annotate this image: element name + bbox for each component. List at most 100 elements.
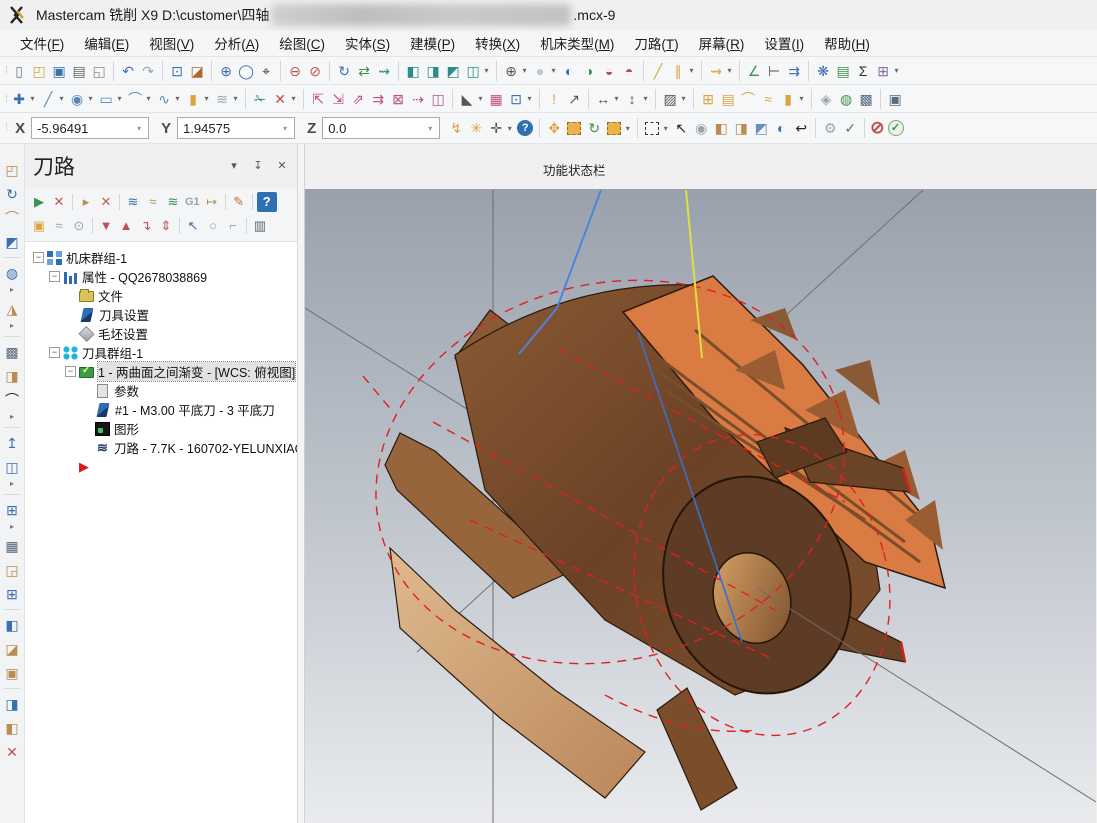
dropdown-arrow-icon[interactable]: ▾	[797, 94, 806, 103]
help-icon[interactable]: ?	[515, 117, 535, 139]
pan-view-icon[interactable]: ⇝	[374, 60, 394, 82]
interrupt-icon[interactable]: ⊘	[869, 117, 885, 139]
pick-face-icon[interactable]: ◧	[711, 117, 731, 139]
zoom-window-icon[interactable]: ◯	[236, 60, 256, 82]
menu-a[interactable]: 分析(A)	[204, 29, 269, 57]
addin-run-icon[interactable]: ❋	[813, 60, 833, 82]
frame-bound-icon[interactable]: ⊞	[1, 498, 23, 522]
spline-create-icon[interactable]: ∿▾	[154, 88, 183, 110]
dropdown-arrow-icon[interactable]: ▾	[679, 94, 688, 103]
cube-dashed-icon[interactable]: ▣	[1, 661, 23, 685]
dropdown-arrow-icon[interactable]: ▾	[892, 66, 901, 75]
zoom-cube-icon[interactable]: ◲	[1, 558, 23, 582]
analyze-dynamic-icon[interactable]: ⇉	[784, 60, 804, 82]
solid-extrude-icon[interactable]: ◍	[1, 261, 23, 285]
dropdown-arrow-icon[interactable]: ▾	[520, 66, 529, 75]
arrow-box-icon[interactable]: ⊡▾	[506, 88, 535, 110]
move-insert-icon[interactable]: ↴	[136, 216, 156, 236]
film-strip-icon[interactable]: ▥	[250, 216, 270, 236]
fillet-create-icon[interactable]: ⌒▾	[125, 88, 154, 110]
shade-wireframe-icon[interactable]: ◐	[559, 60, 579, 82]
menu-t[interactable]: 刀路(T)	[624, 29, 688, 57]
shade-off-icon[interactable]: ◒	[599, 60, 619, 82]
tree-row[interactable]: #1 - M3.00 平底刀 - 3 平底刀	[33, 400, 297, 419]
tree-row[interactable]: −1 - 两曲面之间渐变 - [WCS: 俯视图]	[33, 362, 297, 381]
solid-push-icon[interactable]: ↥	[1, 431, 23, 455]
dropdown-arrow-icon[interactable]: ▾	[289, 94, 298, 103]
surf-net-icon[interactable]: ⊞	[698, 88, 718, 110]
chamfer-icon[interactable]: ◣▾	[457, 88, 486, 110]
xform-offset-icon[interactable]: ⇲	[328, 88, 348, 110]
book-edit-icon[interactable]: ◨	[1, 692, 23, 716]
draft-angle-icon[interactable]: ◮	[1, 297, 23, 321]
attr-line-width-icon[interactable]: ∥▾	[668, 60, 697, 82]
dynamic-rotate-icon[interactable]: ↻	[334, 60, 354, 82]
expander-icon[interactable]: ▸	[1, 522, 23, 534]
surf-extrude-icon[interactable]: ▮▾	[778, 88, 807, 110]
circle-create-icon[interactable]: ◉▾	[67, 88, 96, 110]
dropdown-arrow-icon[interactable]: ▾	[623, 124, 632, 133]
surf-revolve-icon[interactable]: ⌒	[738, 88, 758, 110]
pattern-grid-icon[interactable]: ▦	[486, 88, 506, 110]
xform-array-icon[interactable]: ⇉	[368, 88, 388, 110]
toolpath-delete-icon[interactable]: ✕	[96, 192, 116, 212]
y-coordinate-input[interactable]	[178, 118, 278, 138]
select-window-mode-icon[interactable]: ▾	[604, 117, 633, 139]
insert-position-marker[interactable]: ▶	[33, 457, 297, 476]
dropdown-arrow-icon[interactable]: ▾	[525, 94, 534, 103]
analyze-distance-icon[interactable]: ⊢	[764, 60, 784, 82]
measure-icon[interactable]: ⌐	[223, 216, 243, 236]
tree-expander-icon[interactable]: −	[49, 271, 60, 282]
trim-icon[interactable]: ✁	[250, 88, 270, 110]
dropdown-arrow-icon[interactable]: ▾	[549, 66, 558, 75]
cube-cursor-icon[interactable]: ◪	[1, 637, 23, 661]
dropdown-arrow-icon[interactable]: ▾	[144, 94, 153, 103]
dropdown-arrow-icon[interactable]: ▾	[641, 94, 650, 103]
xform-scale-icon[interactable]: ⊠	[388, 88, 408, 110]
tree-row[interactable]: 参数	[33, 381, 297, 400]
pick-body-icon[interactable]: ◨	[731, 117, 751, 139]
tree-row[interactable]: −刀具群组-1	[33, 343, 297, 362]
tree-row[interactable]: −属性 - QQ2678038869	[33, 267, 297, 286]
dropdown-arrow-icon[interactable]: ▾	[725, 66, 734, 75]
dropdown-arrow-icon[interactable]: ▾	[57, 94, 66, 103]
analyze-entity-icon[interactable]: ∠	[744, 60, 764, 82]
select-box-mode-icon[interactable]: ▾	[642, 117, 671, 139]
expander-icon[interactable]: ▸	[1, 321, 23, 333]
rotate-view-icon[interactable]: ⇄	[354, 60, 374, 82]
x-coordinate-input[interactable]	[32, 118, 132, 138]
panel-collapse-icon[interactable]: ▾	[225, 157, 243, 175]
clip-rotate-icon[interactable]: ↻	[1, 182, 23, 206]
pick-mixed-icon[interactable]: ◐	[771, 117, 791, 139]
lock-icon[interactable]: ▣	[29, 216, 49, 236]
surface-create-icon[interactable]: ≋▾	[212, 88, 241, 110]
surf-flat-icon[interactable]: ▤	[718, 88, 738, 110]
solid-history-icon[interactable]: ◈	[816, 88, 836, 110]
fit-screen-icon[interactable]: ⊡	[167, 60, 187, 82]
new-file-icon[interactable]: ▯	[9, 60, 29, 82]
tree-row[interactable]: 图形	[33, 419, 297, 438]
xform-project-icon[interactable]: ⇗	[348, 88, 368, 110]
redo-icon[interactable]: ↷	[138, 60, 158, 82]
panel-splitter[interactable]	[298, 144, 305, 823]
menu-f[interactable]: 文件(F)	[10, 29, 74, 57]
move-swap-icon[interactable]: ⇕	[156, 216, 176, 236]
solid-fillet-icon[interactable]: ◍	[836, 88, 856, 110]
expander-icon[interactable]: ▸	[1, 412, 23, 424]
layout-grid-icon[interactable]: ⊞▾	[873, 60, 902, 82]
report-icon[interactable]: ▤	[833, 60, 853, 82]
settings-gears-icon[interactable]: ⚙	[820, 117, 840, 139]
gview-top-icon[interactable]: ◧	[403, 60, 423, 82]
ghost-toggle-icon[interactable]: ⊙	[69, 216, 89, 236]
menu-m[interactable]: 机床类型(M)	[530, 29, 624, 57]
dropdown-arrow-icon[interactable]: ▾	[28, 94, 37, 103]
edit-toolpath-icon[interactable]: ✎	[229, 192, 249, 212]
solid-cube-icon[interactable]: ▩	[856, 88, 876, 110]
pick-back-icon[interactable]: ◩	[751, 117, 771, 139]
undo-icon[interactable]: ↶	[118, 60, 138, 82]
axis-snap-icon[interactable]: ✛▾	[486, 117, 515, 139]
attr-point-style-icon[interactable]: ⇝▾	[706, 60, 735, 82]
dropdown-arrow-icon[interactable]: ▾	[231, 94, 240, 103]
dropdown-arrow-icon[interactable]: ▾	[173, 94, 182, 103]
regen-selected-icon[interactable]: ≈	[143, 192, 163, 212]
